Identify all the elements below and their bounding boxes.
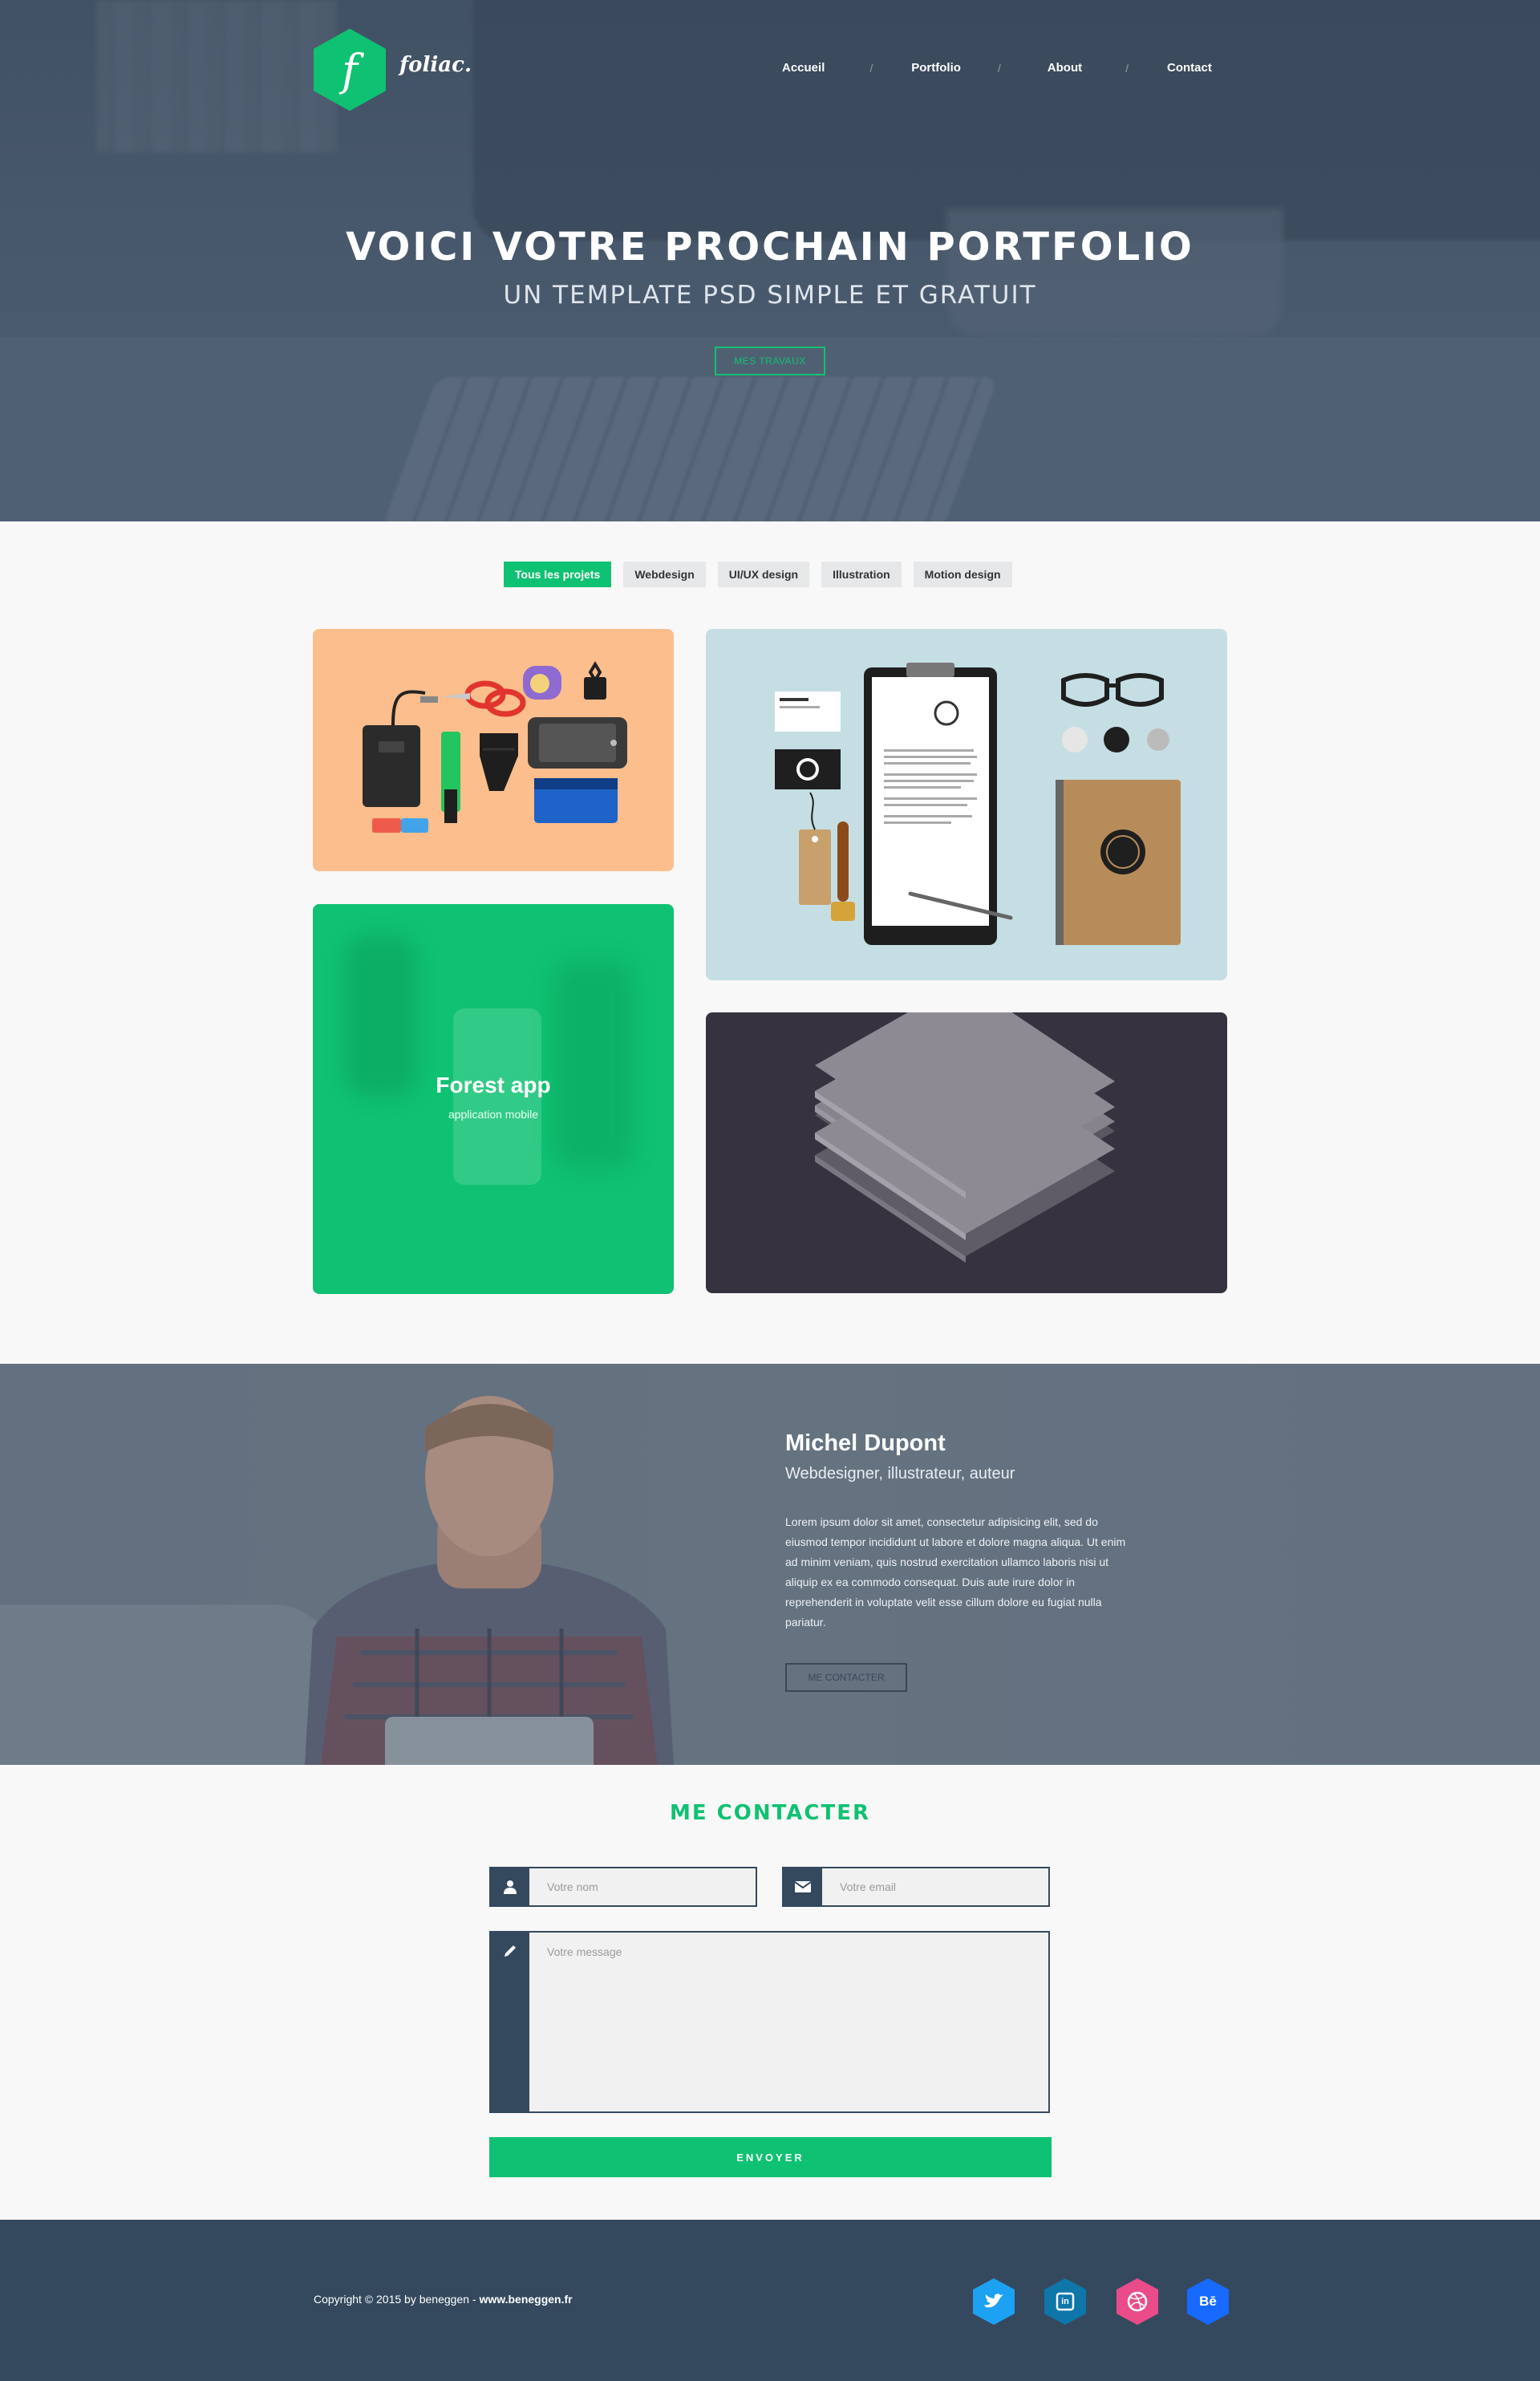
gadgets-illustration	[363, 661, 627, 833]
logo-hexagon-icon: f	[314, 29, 386, 111]
copyright: Copyright © 2015 by beneggen - www.beneg…	[314, 2293, 573, 2306]
twitter-icon	[973, 2278, 1015, 2325]
filter-tous-les-projets[interactable]: Tous les projets	[504, 562, 612, 587]
nav-portfolio[interactable]: Portfolio	[911, 61, 961, 75]
nav-separator: /	[869, 61, 873, 75]
dribbble-link[interactable]	[1115, 2277, 1160, 2326]
copyright-text: Copyright © 2015 by beneggen -	[314, 2293, 480, 2306]
portfolio-filters: Tous les projets Webdesign UI/UX design …	[504, 562, 1012, 587]
forest-app-background	[553, 960, 634, 1169]
me-contacter-button[interactable]: ME CONTACTER	[785, 1663, 907, 1692]
pencil-icon	[491, 1933, 529, 2111]
envelope-icon	[784, 1868, 822, 1905]
send-button[interactable]: ENVOYER	[489, 2137, 1052, 2177]
nav-contact[interactable]: Contact	[1167, 61, 1212, 75]
linkedin-glyph: in	[1061, 2297, 1069, 2306]
name-field[interactable]: Votre nom	[489, 1867, 757, 1907]
filter-motion-design[interactable]: Motion design	[913, 562, 1012, 587]
dribbble-icon	[1116, 2278, 1158, 2325]
message-placeholder: Votre message	[547, 1945, 622, 1958]
logo[interactable]: f	[313, 29, 387, 111]
hero-title: VOICI VOTRE PROCHAIN PORTFOLIO	[346, 225, 1194, 270]
message-field[interactable]: Votre message	[489, 1931, 1050, 2113]
email-field[interactable]: Votre email	[782, 1867, 1050, 1907]
footer	[0, 2220, 1540, 2381]
filter-illustration[interactable]: Illustration	[821, 562, 902, 587]
nav-separator: /	[997, 61, 1001, 75]
portfolio-item-title: Forest app	[436, 1073, 551, 1097]
about-overlay	[0, 1364, 1540, 1765]
nav-separator: /	[1125, 61, 1129, 75]
twitter-link[interactable]	[971, 2277, 1016, 2326]
portfolio-item-subtitle: application mobile	[448, 1108, 539, 1121]
user-icon	[491, 1868, 529, 1905]
about-role: Webdesigner, illustrateur, auteur	[785, 1465, 1015, 1483]
portfolio-item-branding[interactable]	[706, 629, 1227, 980]
about-section	[0, 1364, 1540, 1765]
portfolio-item-forest-app[interactable]: Forest app application mobile	[313, 904, 674, 1294]
filter-ui-ux-design[interactable]: UI/UX design	[717, 562, 810, 587]
branding-illustration	[775, 663, 1181, 945]
layers-illustration	[815, 1012, 1115, 1263]
name-placeholder: Votre nom	[547, 1880, 598, 1893]
about-bio: Lorem ipsum dolor sit amet, consectetur …	[785, 1515, 1126, 1629]
nav-accueil[interactable]: Accueil	[782, 61, 825, 75]
portfolio-item-layers[interactable]	[706, 1012, 1227, 1293]
email-placeholder: Votre email	[840, 1880, 897, 1893]
main-nav: Accueil / Portfolio / About / Contact	[782, 61, 1212, 75]
behance-glyph: Bē	[1199, 2294, 1217, 2309]
logo-wordmark: foliac.	[399, 53, 472, 77]
mes-travaux-button[interactable]: MES TRAVAUX	[715, 347, 825, 375]
about-name: Michel Dupont	[785, 1430, 946, 1456]
copyright-link[interactable]: www.beneggen.fr	[479, 2293, 572, 2306]
filter-webdesign[interactable]: Webdesign	[623, 562, 706, 587]
nav-about[interactable]: About	[1048, 61, 1082, 75]
behance-link[interactable]: Bē	[1185, 2277, 1230, 2326]
hero-subtitle: UN TEMPLATE PSD SIMPLE ET GRATUIT	[503, 281, 1037, 310]
linkedin-link[interactable]: in	[1043, 2277, 1088, 2326]
contact-title: ME CONTACTER	[669, 1801, 871, 1825]
portfolio-item-gadgets[interactable]	[313, 629, 674, 871]
